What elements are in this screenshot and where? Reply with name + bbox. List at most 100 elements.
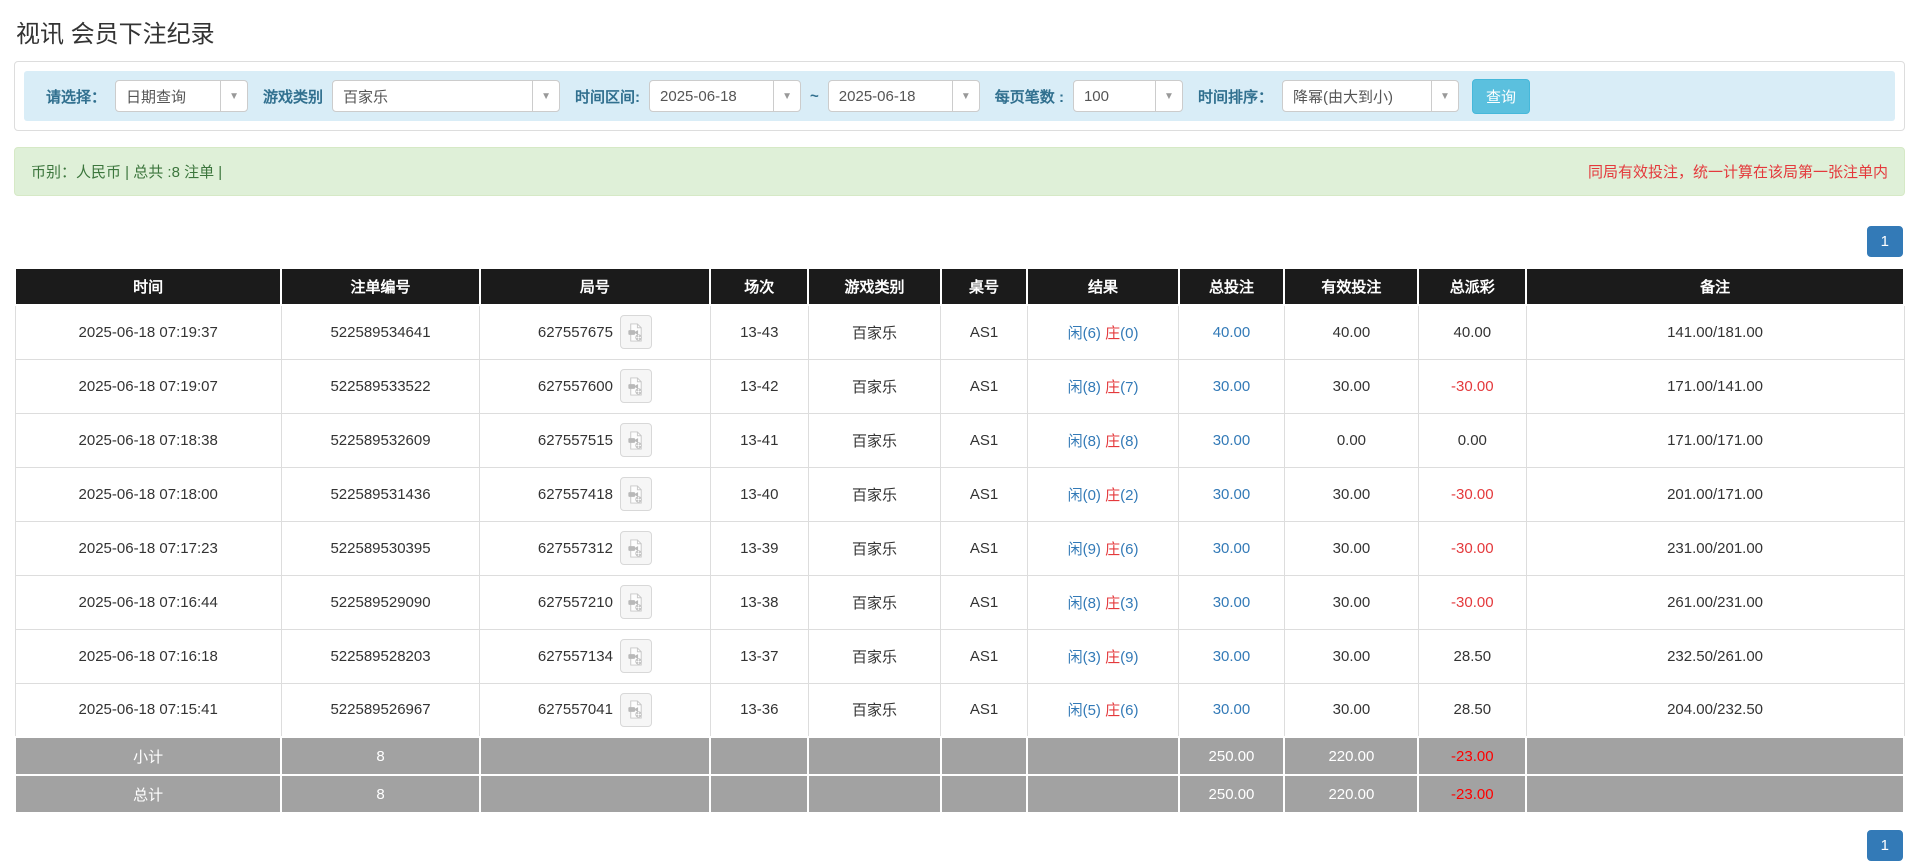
result-banker-points: (0) (1120, 324, 1139, 342)
total-bet-link[interactable]: 30.00 (1213, 648, 1251, 665)
cell-bet-id: 522589533522 (280, 358, 481, 414)
column-header: 局号 (478, 267, 712, 306)
total-bet-link[interactable]: 30.00 (1213, 432, 1251, 449)
footer-empty-cell (478, 774, 712, 814)
currency-summary-text: 币别：人民币 | 总共 :8 注单 | (31, 164, 223, 181)
chevron-down-icon[interactable]: ▼ (1430, 81, 1458, 111)
video-icon-button[interactable] (619, 315, 652, 350)
total-bet-link[interactable]: 30.00 (1213, 594, 1251, 611)
cell-game-type: 百家乐 (807, 466, 942, 522)
result-banker-points: (6) (1120, 702, 1139, 720)
column-header: 有效投注 (1283, 267, 1420, 306)
footer-empty-cell (1525, 736, 1905, 776)
video-icon-button[interactable] (619, 639, 652, 673)
cell-total-bet: 30.00 (1178, 682, 1285, 738)
video-icon-button[interactable] (619, 477, 652, 511)
cell-note: 141.00/181.00 (1525, 304, 1905, 360)
cell-round-id: 627557210 (479, 574, 711, 630)
total-bet-link[interactable]: 30.00 (1213, 486, 1251, 503)
page-size-label: 每页笔数 : (994, 88, 1064, 106)
cell-total-bet: 40.00 (1178, 304, 1285, 360)
chevron-down-icon[interactable]: ▼ (1154, 81, 1182, 111)
page-root: 视讯 会员下注纪录 请选择： 日期查询 ▼ 游戏类别 百家乐 ▼ 时间区间: 2… (0, 0, 1919, 861)
result-link[interactable]: 闲(6) 庄(0) (1068, 325, 1139, 342)
footer-label: 总计 (13, 774, 283, 814)
cell-table-no: AS1 (940, 412, 1028, 468)
cell-result: 闲(8) 庄(7) (1026, 358, 1180, 414)
cell-note: 261.00/231.00 (1525, 574, 1905, 630)
total-bet-link[interactable]: 30.00 (1213, 701, 1251, 718)
result-link[interactable]: 闲(3) 庄(9) (1068, 649, 1139, 666)
cell-session: 13-43 (709, 304, 809, 360)
date-from-value: 2025-06-18 (660, 87, 737, 105)
video-file-icon (628, 430, 643, 450)
result-link[interactable]: 闲(5) 庄(6) (1068, 702, 1139, 719)
result-player: 闲(0) (1067, 486, 1106, 504)
chevron-down-icon[interactable]: ▼ (220, 81, 247, 111)
cell-table-no: AS1 (940, 304, 1028, 360)
cell-total-bet: 30.00 (1178, 358, 1285, 414)
time-sort-select[interactable]: 降幂(由大到小) ▼ (1281, 80, 1459, 112)
footer-count: 8 (280, 774, 481, 814)
cell-session: 13-40 (709, 466, 809, 522)
cell-game-type: 百家乐 (807, 628, 942, 684)
cell-valid-bet: 30.00 (1283, 574, 1419, 630)
game-type-select[interactable]: 百家乐 ▼ (332, 80, 561, 112)
video-icon-button[interactable] (619, 369, 652, 403)
result-player: 闲(5) (1067, 702, 1106, 720)
search-button[interactable]: 查询 (1471, 78, 1530, 114)
page-size-select[interactable]: 100 ▼ (1072, 80, 1183, 112)
column-header: 结果 (1026, 267, 1180, 306)
cell-total-bet: 30.00 (1178, 466, 1285, 522)
video-file-icon (628, 592, 643, 612)
result-link[interactable]: 闲(8) 庄(8) (1068, 433, 1139, 450)
chevron-down-icon[interactable]: ▼ (532, 81, 559, 111)
result-link[interactable]: 闲(9) 庄(6) (1068, 541, 1139, 558)
column-header: 注单编号 (280, 267, 481, 306)
chevron-down-icon[interactable]: ▼ (773, 81, 800, 111)
cell-valid-bet: 30.00 (1283, 682, 1419, 738)
round-id-wrap: 627557600 (486, 369, 703, 403)
footer-empty-cell (709, 774, 810, 814)
result-link[interactable]: 闲(0) 庄(2) (1068, 487, 1139, 504)
date-to-input[interactable]: 2025-06-18 ▼ (827, 80, 980, 112)
total-bet-link[interactable]: 40.00 (1213, 324, 1251, 341)
footer-empty-cell (1525, 774, 1905, 814)
table-row: 2025-06-18 07:16:44 522589529090 627557210… (14, 574, 1905, 630)
page-1-button[interactable]: 1 (1866, 830, 1903, 861)
column-header: 场次 (709, 267, 810, 306)
table-row: 2025-06-18 07:19:07 522589533522 627557600… (14, 358, 1905, 414)
cell-game-type: 百家乐 (807, 412, 942, 468)
video-file-icon (628, 538, 643, 558)
round-id-wrap: 627557418 (486, 477, 703, 511)
round-id-text: 627557675 (537, 323, 613, 341)
total-bet-link[interactable]: 30.00 (1213, 378, 1251, 395)
date-from-input[interactable]: 2025-06-18 ▼ (649, 80, 802, 112)
cell-round-id: 627557041 (479, 682, 711, 738)
footer-empty-cell (1026, 774, 1180, 814)
pagination-top: 1 (14, 226, 1903, 257)
cell-payout: 28.50 (1417, 628, 1527, 684)
result-banker: 庄 (1105, 486, 1121, 504)
footer-empty-cell (1026, 736, 1180, 776)
result-link[interactable]: 闲(8) 庄(3) (1068, 595, 1139, 612)
round-id-text: 627557515 (537, 431, 613, 449)
chevron-down-icon[interactable]: ▼ (951, 81, 979, 111)
result-banker: 庄 (1105, 648, 1121, 666)
footer-total-bet: 250.00 (1177, 774, 1286, 814)
cell-note: 171.00/171.00 (1525, 412, 1905, 468)
page-1-button[interactable]: 1 (1866, 226, 1903, 257)
query-type-select[interactable]: 日期查询 ▼ (115, 80, 249, 112)
cell-payout: 28.50 (1417, 682, 1527, 738)
result-link[interactable]: 闲(8) 庄(7) (1068, 379, 1139, 396)
video-icon-button[interactable] (619, 531, 652, 565)
cell-round-id: 627557418 (479, 466, 711, 522)
total-bet-link[interactable]: 30.00 (1213, 540, 1251, 557)
time-sort-label: 时间排序： (1197, 88, 1273, 106)
cell-session: 13-39 (709, 520, 809, 576)
round-id-text: 627557312 (537, 539, 613, 557)
video-icon-button[interactable] (619, 585, 652, 619)
video-icon-button[interactable] (619, 692, 652, 727)
video-icon-button[interactable] (619, 423, 652, 457)
cell-round-id: 627557600 (479, 358, 711, 414)
